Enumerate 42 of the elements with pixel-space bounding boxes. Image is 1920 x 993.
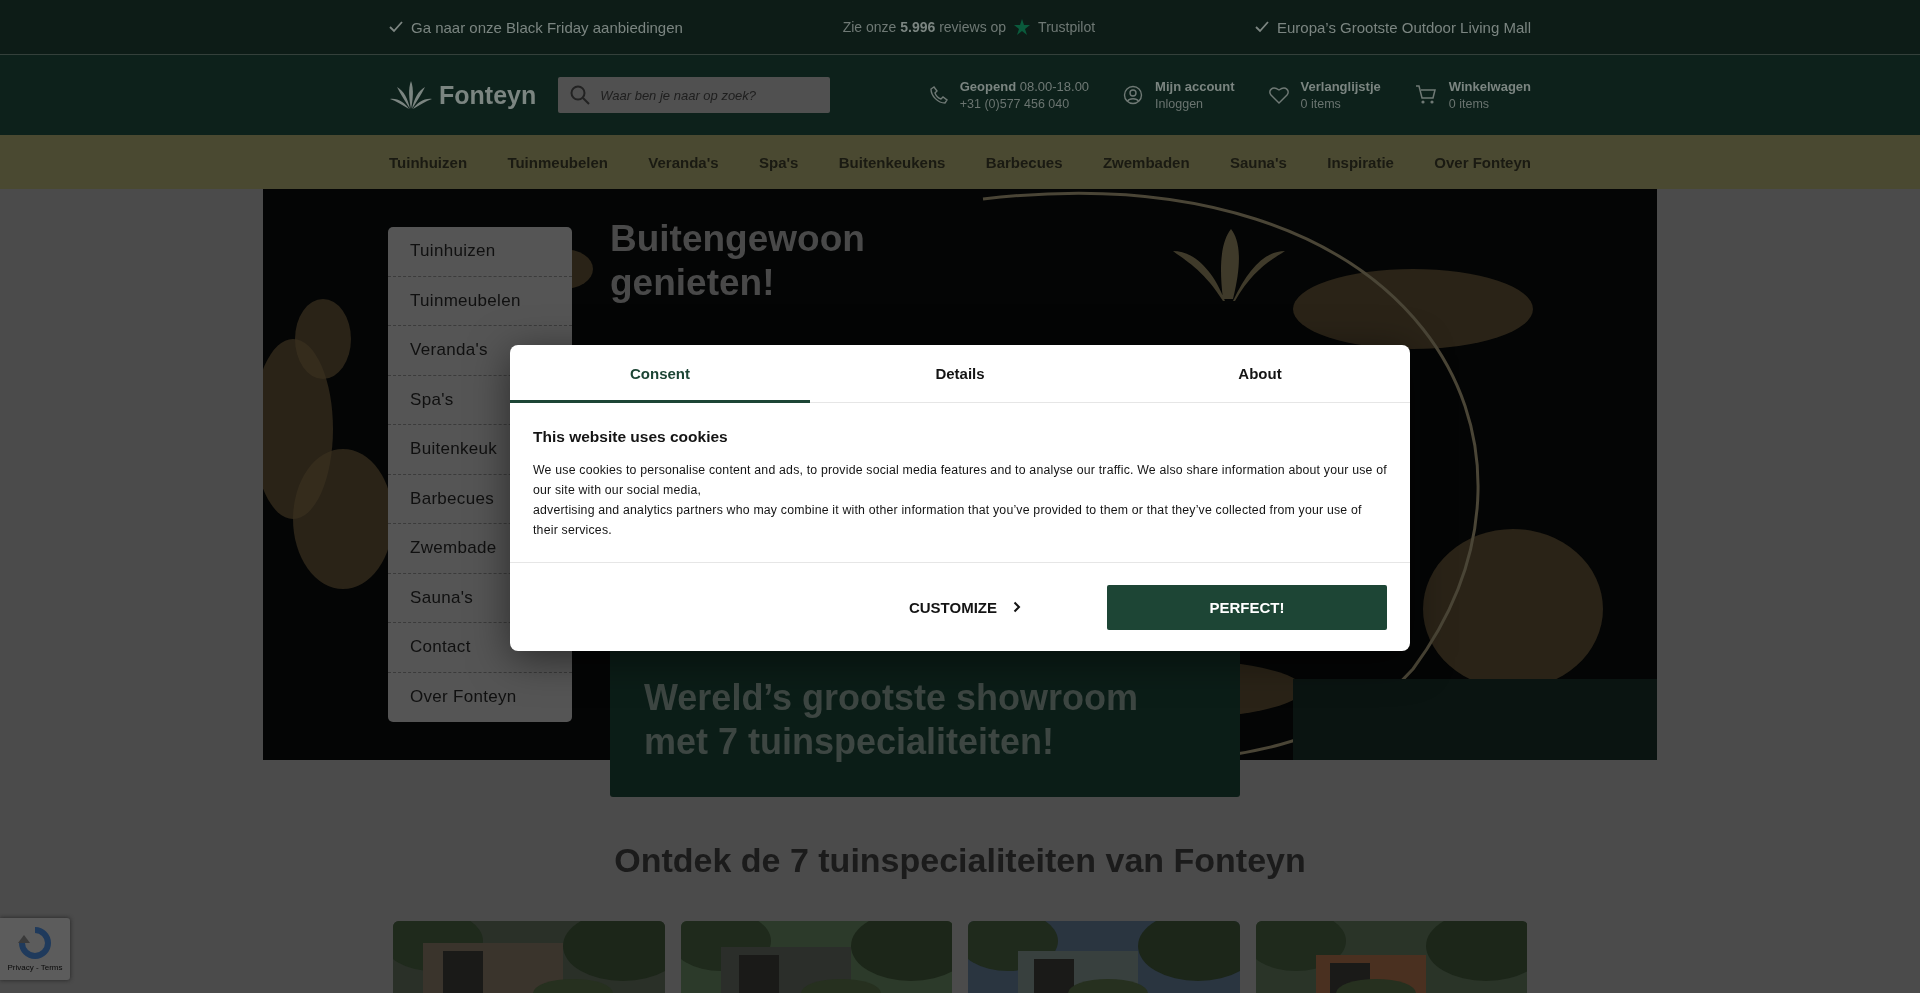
wishlist-link-title[interactable]: Verlanglijstje (1300, 77, 1381, 96)
dialog-tab[interactable]: About (1110, 345, 1410, 403)
logo-text[interactable]: Fonteyn (439, 80, 537, 110)
opening-hours-subtitle: +31 (0)577 456 040 (959, 95, 1071, 113)
opening-hours-title[interactable]: Geopend 08.00-18.00 (959, 77, 1090, 96)
sidebar-item[interactable]: Buitenkeuk (410, 439, 498, 460)
dialog-tab[interactable]: Details (810, 345, 1110, 403)
search-icon (570, 85, 591, 105)
trustpilot-text: Trustpilot (1038, 19, 1096, 35)
dialog-title: This website uses cookies (533, 428, 729, 446)
accept-button[interactable]: PERFECT! (1107, 584, 1387, 630)
dialog-tab[interactable]: Consent (510, 345, 810, 403)
circular-arrow-icon (18, 926, 52, 960)
sidebar-item[interactable]: Sauna's (410, 587, 473, 608)
reviews-text: Zie onze 5.996 reviews op (842, 19, 1007, 35)
cart-link-title[interactable]: Winkelwagen (1448, 77, 1531, 96)
star-icon (1014, 19, 1031, 35)
cart-icon (1414, 85, 1437, 105)
promo-link[interactable]: Ga naar onze Black Friday aanbiedingen (411, 18, 683, 36)
account-link-title[interactable]: Mijn account (1155, 77, 1235, 96)
cart-link-subtitle[interactable]: 0 items (1448, 95, 1531, 113)
usp-text: Europa’s Grootste Outdoor Living Mall (1276, 18, 1531, 36)
sidebar-item[interactable]: Barbecues (410, 488, 494, 509)
heart-icon (1268, 86, 1289, 104)
hero-heading: Buitengewoon genieten! (610, 217, 866, 305)
sidebar-item[interactable]: Spa's (410, 389, 454, 410)
sidebar-item[interactable]: Contact (410, 637, 471, 658)
sidebar-item[interactable]: Tuinmeubelen (410, 290, 521, 311)
check-icon (1254, 21, 1269, 33)
account-link-subtitle[interactable]: Inloggen (1155, 95, 1235, 113)
customize-button[interactable]: CUSTOMIZE (908, 598, 1021, 616)
sidebar-item[interactable]: Tuinhuizen (410, 241, 496, 262)
sidebar-item[interactable]: Over Fonteyn (410, 687, 517, 708)
sidebar-item[interactable]: Zwembade (410, 538, 497, 559)
phone-icon (929, 86, 948, 104)
cookie-notice-text: We use cookies to personalise content and ads, to provide social media features and to analyse our traffic. We also share information about your use of our site with our social media, advertising and analytics partners who may combine it with other information that you’ve provided to them or that they’ve collected from your use of their services. (533, 462, 1387, 539)
chevron-right-icon (1013, 601, 1021, 613)
check-icon (389, 21, 403, 33)
privacy-terms-link[interactable]: Privacy - Terms (7, 963, 63, 972)
sidebar-item[interactable]: Veranda's (410, 340, 488, 361)
user-icon (1123, 85, 1144, 105)
wishlist-link-subtitle[interactable]: 0 items (1300, 95, 1381, 113)
